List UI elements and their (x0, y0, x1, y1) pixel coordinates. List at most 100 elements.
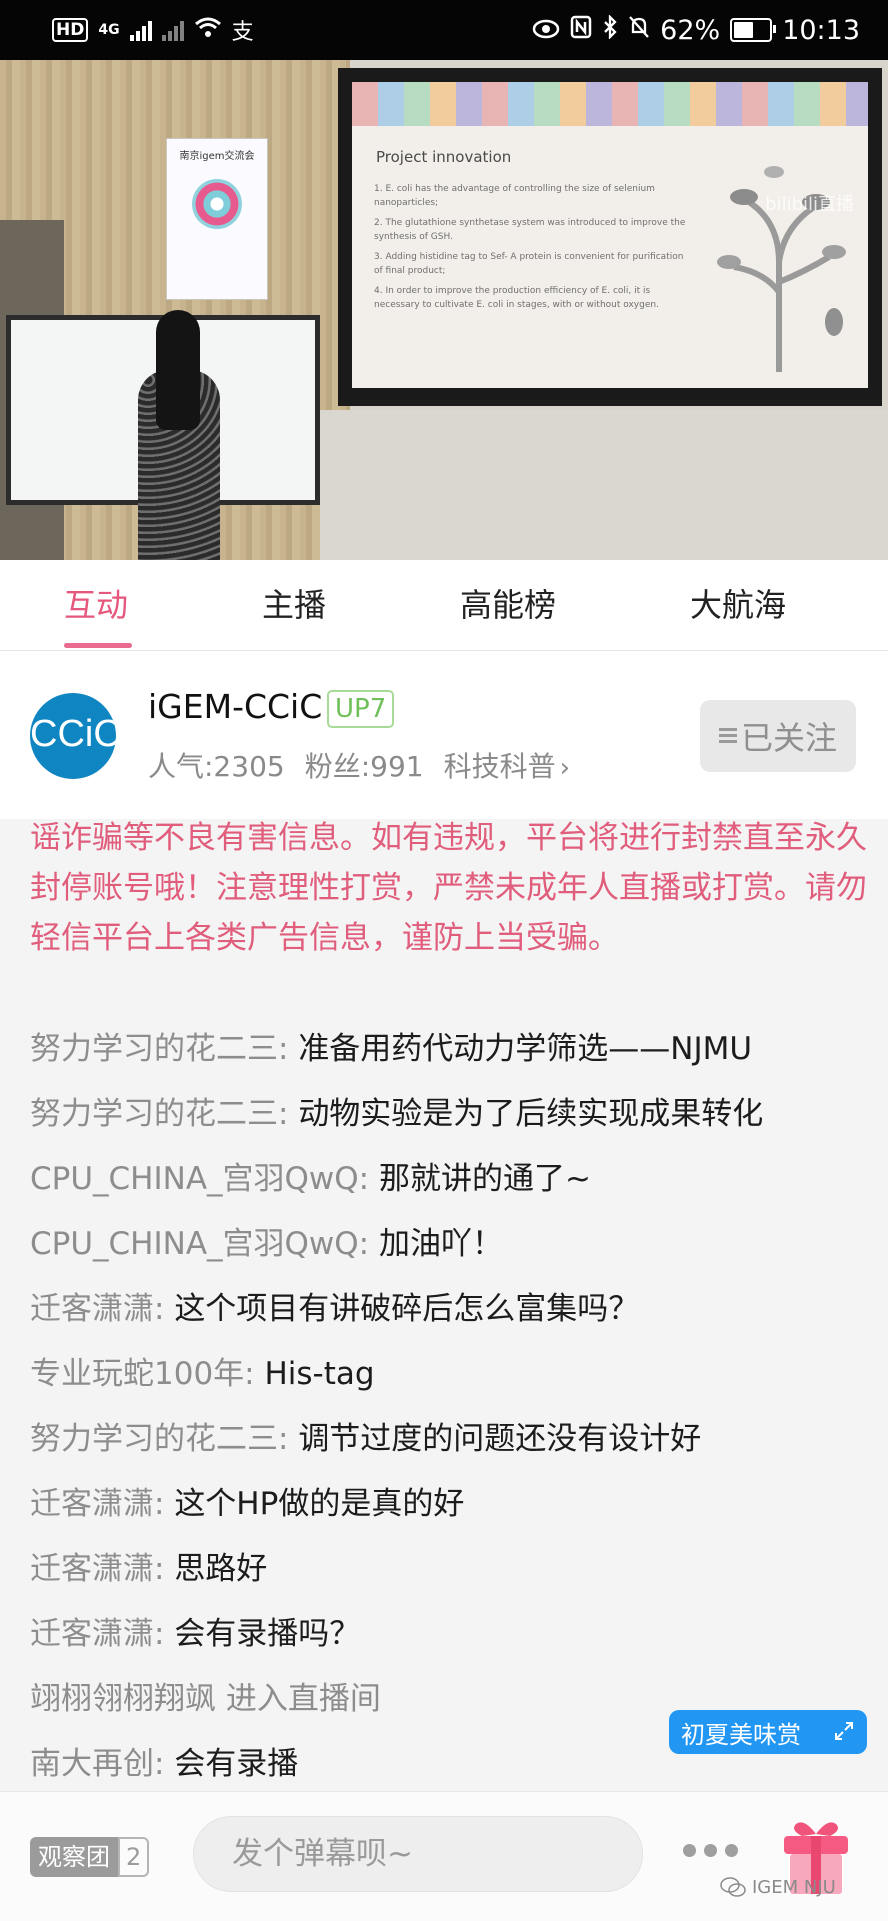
streamer-name[interactable]: iGEM-CCiC (148, 687, 322, 726)
streamer-header: CCiC iGEM-CCiC UP7 人气:2305 粉丝:991 科技科普 › … (0, 651, 888, 819)
watermark-text: IGEM NJU (752, 1876, 836, 1898)
presentation-slide: Project innovation 1. E. coli has the ad… (352, 82, 868, 388)
chat-message: 专业玩蛇100年: His-tag (30, 1342, 870, 1407)
signal-2-icon (161, 19, 184, 41)
video-presenter (132, 310, 228, 560)
chat-area[interactable]: 谣诈骗等不良有害信息。如有违规，平台将进行封禁直至永久封停账号哦！注意理性打赏，… (0, 819, 888, 1791)
battery-percent: 62% (660, 14, 721, 46)
alipay-icon: 支 (231, 20, 254, 45)
avatar[interactable]: CCiC (30, 693, 116, 779)
avatar-logo-text: CCiC (30, 713, 116, 755)
chat-user[interactable]: 迁客潇潇: (30, 1551, 164, 1587)
slide-line: 4. In order to improve the production ef… (374, 286, 659, 310)
chat-message: CPU_CHINA_宫羽QwQ: 那就讲的通了~ (30, 1147, 870, 1212)
nfc-icon (570, 15, 592, 46)
promo-label: 初夏美味赏 (681, 1720, 801, 1749)
clock: 10:13 (782, 14, 860, 46)
chat-text: 会有录播 (174, 1746, 299, 1782)
follow-button[interactable]: 已关注 (700, 700, 856, 772)
mute-icon (628, 15, 650, 46)
live-video-player[interactable]: 南京igem交流会 Project innovation 1. E. coli … (0, 60, 888, 560)
chat-user[interactable]: 翊栩翎栩翔飒 进入直播间 (30, 1681, 381, 1717)
chat-text: 那就讲的通了~ (378, 1161, 591, 1197)
hd-icon: HD (52, 18, 89, 42)
chat-user[interactable]: 南大再创: (30, 1746, 164, 1782)
slide-banner (352, 82, 868, 126)
chat-message: 迁客潇潇: 思路好 (30, 1537, 870, 1602)
bilibili-watermark: bilibili直播 (765, 194, 854, 215)
poster-title: 南京igem交流会 (179, 151, 255, 162)
chat-text: 思路好 (174, 1551, 268, 1587)
status-bar: HD 4G 支 62% 10:13 (0, 0, 888, 60)
chat-user[interactable]: 迁客潇潇: (30, 1486, 164, 1522)
promo-banner[interactable]: 初夏美味赏 (669, 1710, 867, 1754)
category-link[interactable]: 科技科普 › (444, 745, 570, 785)
bottom-bar: 观察团 2 发个弹幕呗~ IGEM NJU (0, 1791, 888, 1921)
video-lower-wall (320, 410, 888, 560)
eye-icon (532, 15, 560, 46)
chat-message: 努力学习的花二三: 调节过度的问题还没有设计好 (30, 1407, 870, 1472)
chat-message: CPU_CHINA_宫羽QwQ: 加油吖！ (30, 1212, 870, 1277)
chat-user[interactable]: 专业玩蛇100年: (30, 1356, 255, 1392)
battery-icon (730, 18, 777, 42)
observer-group-button[interactable]: 观察团 2 (30, 1837, 150, 1877)
slide-line: 2. The glutathione synthetase system was… (374, 218, 686, 242)
chat-text: 准备用药代动力学筛选——NJMU (298, 1031, 753, 1067)
tab-interaction[interactable]: 互动 (64, 560, 128, 650)
category-label: 科技科普 (443, 750, 556, 783)
chat-user[interactable]: 努力学习的花二三: (30, 1031, 288, 1067)
streamer-stats: 人气:2305 粉丝:991 科技科普 › (148, 745, 570, 785)
tab-bar: 互动 主播 高能榜 大航海 (0, 560, 888, 651)
chat-message: 迁客潇潇: 会有录播吗？ (30, 1602, 870, 1667)
wechat-watermark: IGEM NJU (720, 1876, 836, 1898)
chat-user[interactable]: 努力学习的花二三: (30, 1096, 288, 1132)
follow-label: 已关注 (740, 719, 837, 757)
danmu-input[interactable]: 发个弹幕呗~ (193, 1816, 643, 1892)
up-level-badge: UP7 (327, 690, 395, 728)
chat-user[interactable]: 迁客潇潇: (30, 1616, 164, 1652)
tab-streamer[interactable]: 主播 (262, 560, 326, 650)
chat-message: 努力学习的花二三: 准备用药代动力学筛选——NJMU (30, 1017, 870, 1082)
expand-icon (835, 1722, 853, 1740)
chat-user[interactable]: 努力学习的花二三: (30, 1421, 288, 1457)
poster-logo (192, 179, 242, 229)
chat-user[interactable]: 迁客潇潇: (30, 1291, 164, 1327)
slide-title: Project innovation (376, 148, 512, 166)
observer-label: 观察团 (30, 1837, 118, 1877)
chat-text: 调节过度的问题还没有设计好 (298, 1421, 702, 1457)
tab-active-indicator (64, 643, 132, 648)
popularity-count: 人气:2305 (148, 750, 285, 783)
chat-text: 动物实验是为了后续实现成果转化 (298, 1096, 764, 1132)
chat-text: 这个项目有讲破碎后怎么富集吗？ (174, 1291, 640, 1327)
tab-ranking[interactable]: 高能榜 (460, 560, 556, 650)
tab-guard[interactable]: 大航海 (690, 560, 786, 650)
tree-illustration (717, 166, 846, 372)
chat-text: His-tag (264, 1356, 375, 1392)
more-icon[interactable] (683, 1844, 738, 1857)
signal-icon (129, 19, 152, 41)
status-right: 62% 10:13 (532, 12, 860, 48)
platform-notice: 谣诈骗等不良有害信息。如有违规，平台将进行封禁直至永久封停账号哦！注意理性打赏，… (30, 820, 867, 956)
chat-text: 加油吖！ (378, 1226, 503, 1262)
chat-message: 迁客潇潇: 这个项目有讲破碎后怎么富集吗？ (30, 1277, 870, 1342)
wifi-icon (194, 16, 222, 44)
slide-body: 1. E. coli has the advantage of controll… (374, 182, 694, 318)
projector-screen: Project innovation 1. E. coli has the ad… (338, 68, 882, 406)
observer-count: 2 (118, 1837, 150, 1877)
menu-icon (718, 728, 737, 744)
chat-user[interactable]: CPU_CHINA_宫羽QwQ: (30, 1161, 369, 1197)
video-poster: 南京igem交流会 (166, 138, 268, 300)
slide-line: 3. Adding histidine tag to Sef- A protei… (374, 252, 684, 276)
network-label: 4G (98, 22, 120, 38)
slide-line: 1. E. coli has the advantage of controll… (374, 184, 655, 208)
chat-text: 这个HP做的是真的好 (174, 1486, 465, 1522)
chat-user[interactable]: CPU_CHINA_宫羽QwQ: (30, 1226, 369, 1262)
fans-count: 粉丝:991 (304, 750, 424, 783)
chat-messages: 努力学习的花二三: 准备用药代动力学筛选——NJMU 努力学习的花二三: 动物实… (30, 1017, 870, 1791)
chat-text: 会有录播吗？ (174, 1616, 361, 1652)
status-left: HD 4G 支 (52, 12, 254, 48)
chat-message: 迁客潇潇: 这个HP做的是真的好 (30, 1472, 870, 1537)
wechat-icon (720, 1877, 746, 1897)
bluetooth-icon (602, 13, 618, 46)
chevron-right-icon: › (559, 753, 571, 783)
